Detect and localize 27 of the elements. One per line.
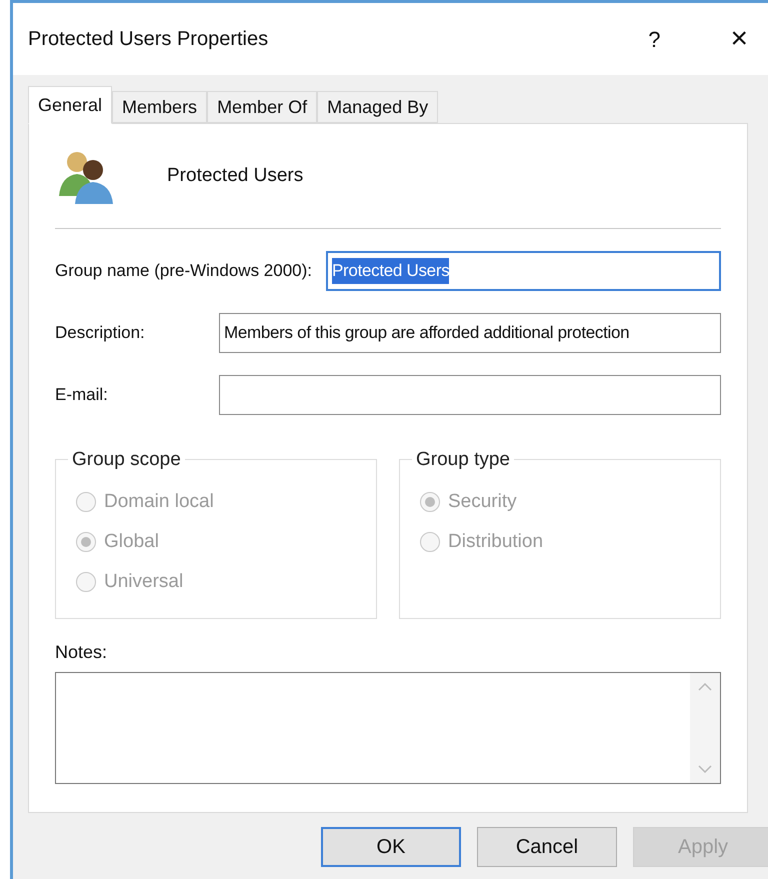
scroll-up-icon[interactable] (698, 683, 712, 691)
group-name: Protected Users (167, 164, 304, 188)
close-button[interactable]: × (730, 24, 748, 54)
radio-label: Universal (104, 570, 184, 594)
notes-field[interactable] (55, 672, 721, 784)
tab[interactable]: General (28, 86, 112, 124)
radio-label: Global (104, 530, 159, 554)
dialog-button[interactable]: OK (321, 827, 461, 867)
tab[interactable]: Managed By (317, 91, 438, 123)
window-title: Protected Users Properties (28, 27, 270, 52)
help-button[interactable]: ? (648, 22, 660, 56)
input-field[interactable]: Members of this group are afforded additional protection (219, 313, 721, 353)
field-value: Protected Users (332, 258, 450, 284)
input-field[interactable]: Protected Users (326, 251, 721, 291)
field-label: E-mail: (55, 384, 109, 406)
tab[interactable]: Members (112, 91, 208, 123)
notes-label: Notes: (55, 641, 108, 664)
field-value: Members of this group are afforded additional protection (224, 322, 630, 344)
field-label: Group name (pre-Windows 2000): (55, 260, 312, 282)
radio-label: Domain local (104, 490, 214, 514)
field-label: Description: (55, 322, 146, 344)
tab[interactable]: Member Of (207, 91, 318, 123)
dialog-button[interactable]: Cancel (477, 827, 617, 867)
scroll-down-icon[interactable] (698, 765, 712, 773)
radio-label: Distribution (448, 530, 544, 554)
radio-label: Security (448, 490, 517, 514)
scrollbar[interactable] (690, 673, 720, 783)
